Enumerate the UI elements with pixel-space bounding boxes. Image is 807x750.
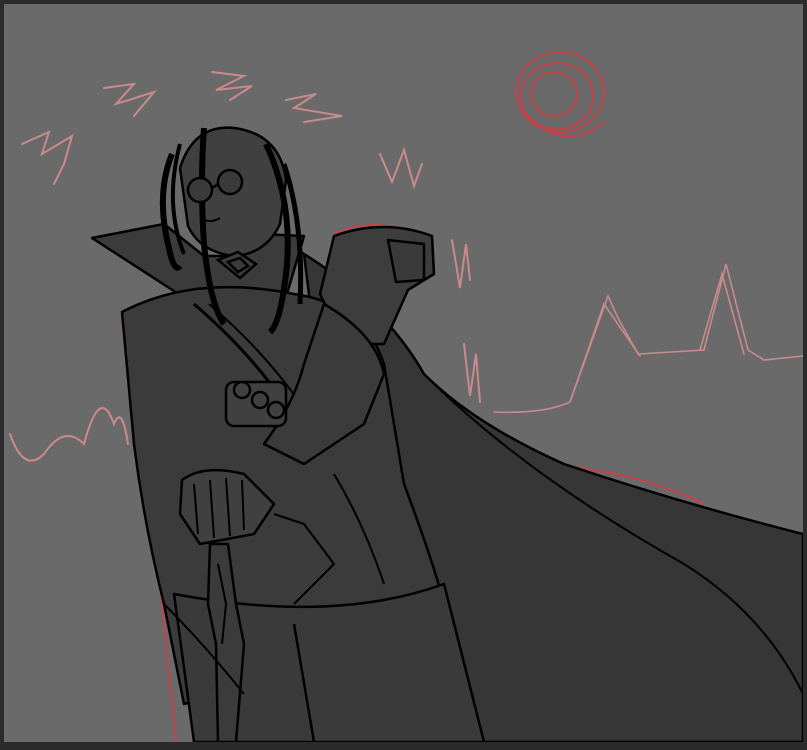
artwork-svg xyxy=(9,51,803,742)
mountain-sketches xyxy=(493,263,803,414)
sun-sketch-icon xyxy=(515,51,605,138)
app-frame xyxy=(0,0,807,750)
drawing-canvas[interactable] xyxy=(4,4,803,742)
